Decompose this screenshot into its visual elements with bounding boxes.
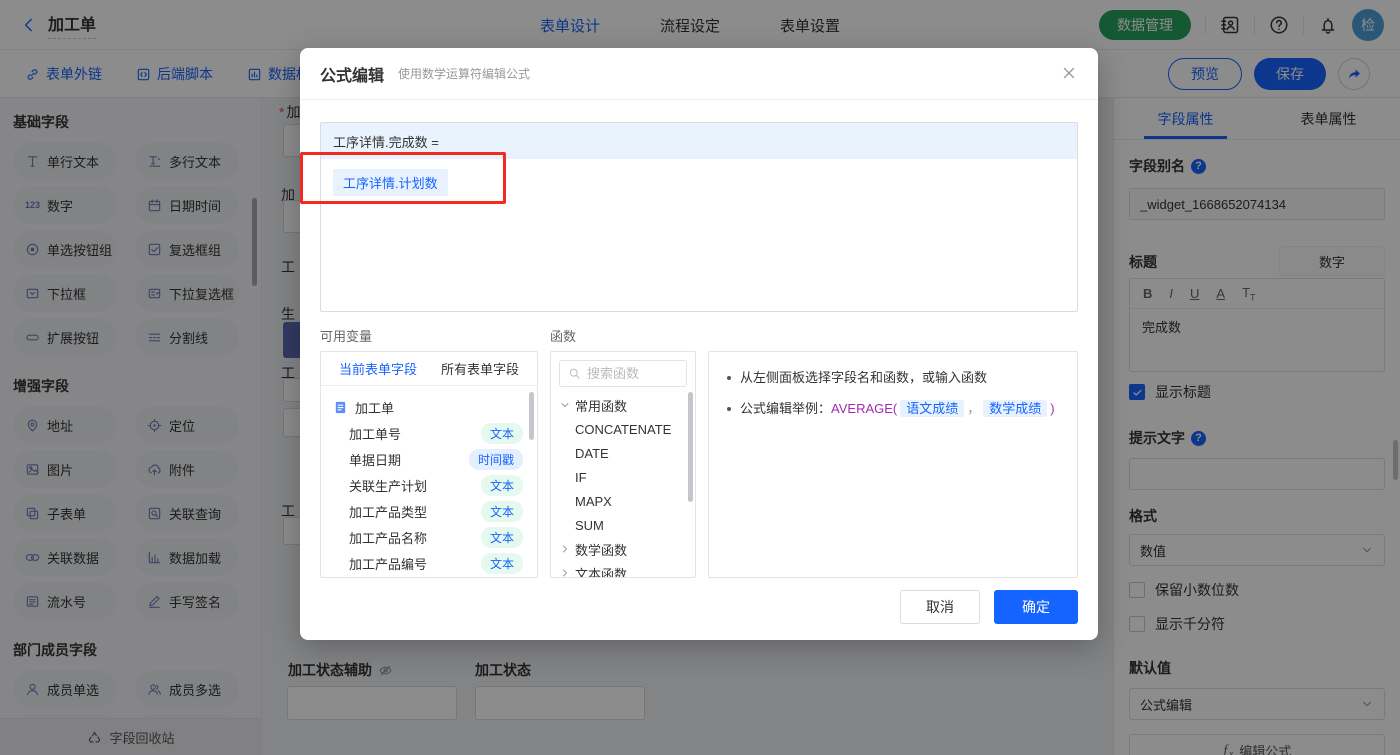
functions-label: 函数	[550, 329, 577, 344]
variable-row[interactable]: 单据日期 时间戳	[321, 446, 537, 472]
search-icon	[568, 367, 581, 380]
example-field-token: 语文成绩	[900, 400, 965, 417]
function-item[interactable]: MAPX	[551, 489, 695, 513]
tab-all-form-fields[interactable]: 所有表单字段	[441, 359, 519, 378]
chevron-right-icon	[559, 567, 571, 577]
function-name-example: AVERAGE(	[831, 401, 898, 416]
functions-scrollbar[interactable]	[688, 392, 693, 502]
variable-row[interactable]: 加工单号 文本	[321, 420, 537, 446]
app-window: 加工单 表单设计 流程设定 表单设置 数据管理 检 表单外链 后端脚本 数据权 …	[0, 0, 1400, 755]
variable-row[interactable]: 加工产品名称 文本	[321, 524, 537, 550]
help-tip-1: 从左侧面板选择字段名和函数，或输入函数	[727, 368, 1059, 388]
variable-row[interactable]: 加工产品编号 文本	[321, 550, 537, 576]
function-item[interactable]: IF	[551, 465, 695, 489]
type-badge: 文本	[480, 422, 523, 444]
example-field-token: 数学成绩	[983, 400, 1048, 417]
variables-panel: 当前表单字段 所有表单字段 加工单 加工单号 文本 单据日期 时间戳 关联生产计划文…	[320, 351, 538, 578]
type-badge: 文本	[480, 552, 523, 574]
function-group-text[interactable]: 文本函数	[551, 561, 695, 577]
variables-scrollbar[interactable]	[529, 392, 534, 440]
function-search-input[interactable]	[587, 366, 678, 381]
tab-current-form-fields[interactable]: 当前表单字段	[339, 359, 417, 378]
formula-target: 工序详情.完成数 =	[321, 123, 1077, 159]
help-tip-2: 公式编辑举例：AVERAGE(语文成绩，数学成绩)	[727, 399, 1059, 419]
variable-row[interactable]: 加工产品类型 文本	[321, 498, 537, 524]
type-badge: 文本	[480, 500, 523, 522]
formula-help-panel: 从左侧面板选择字段名和函数，或输入函数 公式编辑举例：AVERAGE(语文成绩，…	[708, 351, 1078, 578]
type-badge: 文本	[480, 526, 523, 548]
cancel-button[interactable]: 取消	[900, 590, 980, 624]
function-item[interactable]: SUM	[551, 513, 695, 537]
function-search[interactable]	[559, 360, 687, 387]
function-group-math[interactable]: 数学函数	[551, 537, 695, 561]
function-item[interactable]: DATE	[551, 441, 695, 465]
variable-row[interactable]: 关联生产计划 文本	[321, 472, 537, 498]
form-doc-icon	[333, 400, 348, 415]
close-icon[interactable]	[1060, 64, 1078, 82]
modal-title: 公式编辑	[320, 67, 385, 85]
chevron-right-icon	[559, 543, 571, 555]
function-item[interactable]: CONCATENATE	[551, 417, 695, 441]
formula-editor-modal: 公式编辑 使用数学运算符编辑公式 工序详情.完成数 = 工序详情.计划数 可用变…	[300, 48, 1098, 640]
modal-subtitle: 使用数学运算符编辑公式	[398, 67, 531, 81]
variables-form-node[interactable]: 加工单	[321, 394, 537, 420]
chevron-down-icon	[559, 399, 571, 411]
variables-label: 可用变量	[320, 329, 373, 344]
formula-editor[interactable]: 工序详情.完成数 = 工序详情.计划数	[320, 122, 1078, 312]
type-badge: 文本	[480, 474, 523, 496]
confirm-button[interactable]: 确定	[994, 590, 1078, 624]
formula-token[interactable]: 工序详情.计划数	[333, 169, 448, 196]
function-group-common[interactable]: 常用函数	[551, 393, 695, 417]
type-badge: 时间戳	[468, 448, 523, 470]
functions-panel: 常用函数 CONCATENATE DATE IF MAPX SUM 数学函数 文…	[550, 351, 696, 578]
